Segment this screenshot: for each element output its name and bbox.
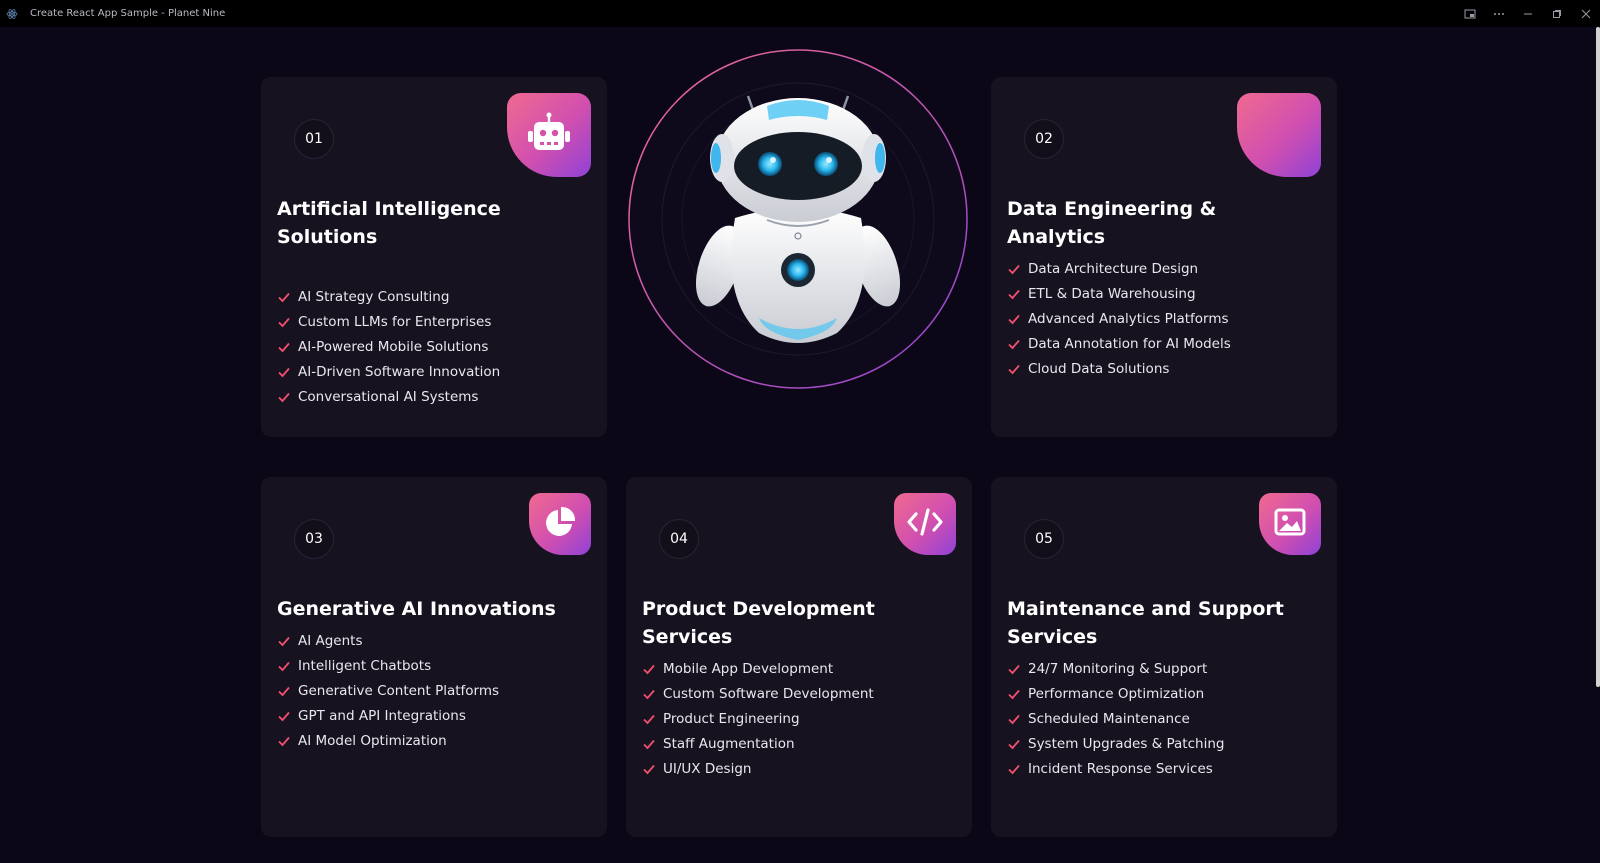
card-title: Product Development Services — [642, 598, 875, 648]
image-icon — [1274, 508, 1306, 540]
card-number-badge: 03 — [294, 519, 334, 559]
check-icon — [643, 664, 655, 674]
card-title: Data Engineering & Analytics — [1007, 198, 1217, 248]
check-icon — [1008, 739, 1020, 749]
service-card-product-development: 04 Product Development Services Mobile A… — [626, 477, 972, 837]
card-icon-tile — [507, 93, 591, 177]
check-icon — [1008, 689, 1020, 699]
list-item: Intelligent Chatbots — [277, 653, 499, 678]
card-number-badge: 02 — [1024, 119, 1064, 159]
service-card-generative-ai: 03 Generative AI Innovations AI Agents I… — [261, 477, 607, 837]
list-item: 24/7 Monitoring & Support — [1007, 656, 1224, 681]
service-card-data-engineering: 02 Data Engineering & Analytics Data Arc… — [991, 77, 1337, 437]
check-icon — [1008, 264, 1020, 274]
check-icon — [1008, 364, 1020, 374]
check-icon — [278, 711, 290, 721]
feature-list: AI Strategy Consulting Custom LLMs for E… — [277, 284, 500, 409]
list-item: AI Strategy Consulting — [277, 284, 500, 309]
card-icon-tile — [1237, 93, 1321, 177]
list-item: Custom Software Development — [642, 681, 874, 706]
list-item: AI Model Optimization — [277, 728, 499, 753]
minimize-icon[interactable] — [1514, 0, 1542, 27]
card-icon-tile — [529, 493, 591, 555]
feature-list: 24/7 Monitoring & Support Performance Op… — [1007, 656, 1224, 781]
restore-icon[interactable] — [1543, 0, 1571, 27]
card-title: Generative AI Innovations — [277, 598, 556, 620]
list-item: Mobile App Development — [642, 656, 874, 681]
list-item: Product Engineering — [642, 706, 874, 731]
list-item: Staff Augmentation — [642, 731, 874, 756]
list-item: AI Agents — [277, 628, 499, 653]
card-title: Artificial Intelligence Solutions — [277, 198, 501, 248]
check-icon — [643, 739, 655, 749]
list-item: AI-Powered Mobile Solutions — [277, 334, 500, 359]
check-icon — [643, 764, 655, 774]
check-icon — [278, 342, 290, 352]
window-controls — [1455, 0, 1600, 27]
list-item: Advanced Analytics Platforms — [1007, 306, 1231, 331]
check-icon — [278, 317, 290, 327]
check-icon — [278, 292, 290, 302]
check-icon — [278, 661, 290, 671]
robot-icon — [525, 112, 573, 158]
window-title: Create React App Sample - Planet Nine — [30, 8, 226, 19]
check-icon — [278, 392, 290, 402]
check-icon — [1008, 664, 1020, 674]
card-icon-tile — [894, 493, 956, 555]
list-item: Generative Content Platforms — [277, 678, 499, 703]
feature-list: AI Agents Intelligent Chatbots Generativ… — [277, 628, 499, 753]
code-icon — [906, 507, 944, 541]
list-item: GPT and API Integrations — [277, 703, 499, 728]
list-item: ETL & Data Warehousing — [1007, 281, 1231, 306]
list-item: Performance Optimization — [1007, 681, 1224, 706]
list-item: Data Annotation for AI Models — [1007, 331, 1231, 356]
list-item: Custom LLMs for Enterprises — [277, 309, 500, 334]
list-item: Conversational AI Systems — [277, 384, 500, 409]
feature-list: Mobile App Development Custom Software D… — [642, 656, 874, 781]
check-icon — [1008, 714, 1020, 724]
check-icon — [643, 689, 655, 699]
service-card-maintenance-support: 05 Maintenance and Support Services 24/7… — [991, 477, 1337, 837]
check-icon — [1008, 289, 1020, 299]
robot-illustration — [627, 48, 969, 390]
list-item: Scheduled Maintenance — [1007, 706, 1224, 731]
list-item: Incident Response Services — [1007, 756, 1224, 781]
list-item: Data Architecture Design — [1007, 256, 1231, 281]
service-card-ai-solutions: 01 Artificial Intelligence Solutions AI … — [261, 77, 607, 437]
vertical-scrollbar[interactable] — [1596, 27, 1600, 687]
card-icon-tile — [1259, 493, 1321, 555]
card-title: Maintenance and Support Services — [1007, 598, 1284, 648]
check-icon — [278, 736, 290, 746]
list-item: Cloud Data Solutions — [1007, 356, 1231, 381]
check-icon — [643, 714, 655, 724]
card-number-badge: 05 — [1024, 519, 1064, 559]
list-item: UI/UX Design — [642, 756, 874, 781]
check-icon — [278, 367, 290, 377]
check-icon — [278, 636, 290, 646]
list-item: System Upgrades & Patching — [1007, 731, 1224, 756]
close-icon[interactable] — [1572, 0, 1600, 27]
react-logo-icon — [6, 8, 18, 20]
cast-icon[interactable] — [1456, 0, 1484, 27]
pie-chart-icon — [543, 505, 577, 543]
feature-list: Data Architecture Design ETL & Data Ware… — [1007, 256, 1231, 381]
check-icon — [1008, 339, 1020, 349]
more-options-icon[interactable] — [1485, 0, 1513, 27]
check-icon — [1008, 314, 1020, 324]
window-titlebar: Create React App Sample - Planet Nine — [0, 0, 1600, 27]
check-icon — [278, 686, 290, 696]
check-icon — [1008, 764, 1020, 774]
card-number-badge: 01 — [294, 119, 334, 159]
list-item: AI-Driven Software Innovation — [277, 359, 500, 384]
card-number-badge: 04 — [659, 519, 699, 559]
